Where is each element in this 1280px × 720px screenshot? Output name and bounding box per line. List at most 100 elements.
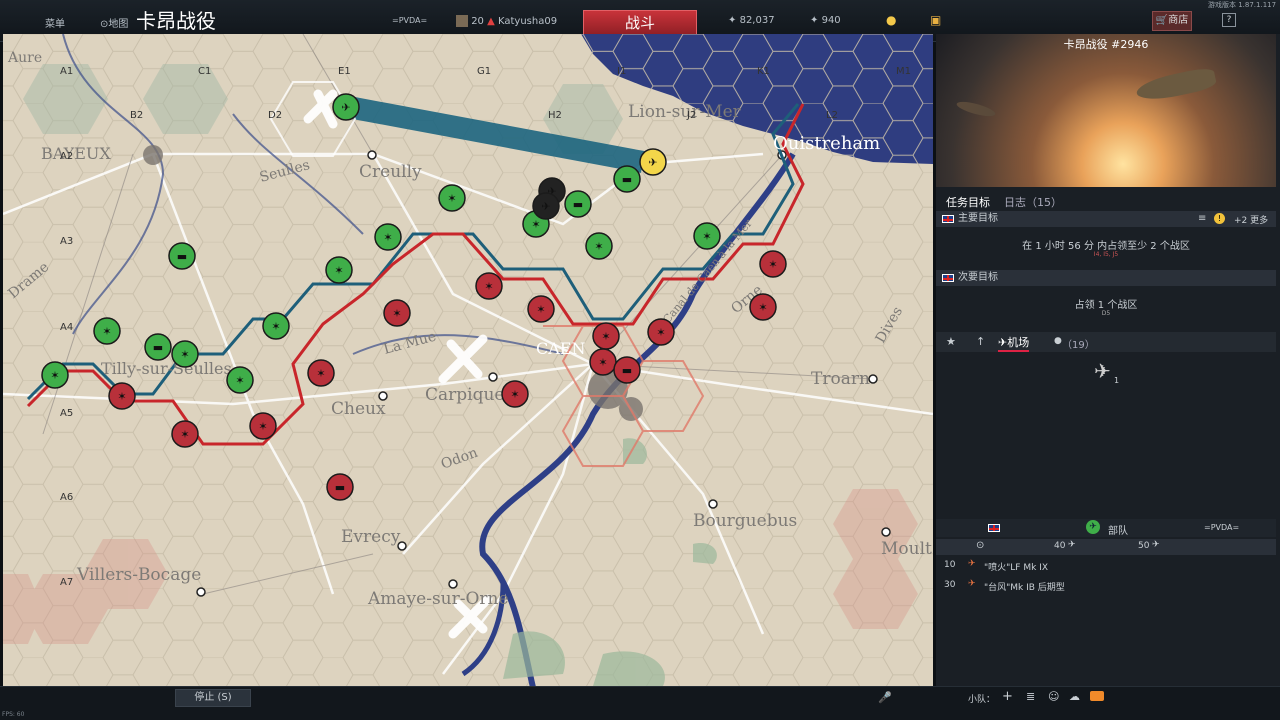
- friends-icon[interactable]: ☺: [1048, 690, 1059, 703]
- squad-label: 小队：: [968, 695, 996, 705]
- list-icon[interactable]: ≣: [1026, 690, 1035, 703]
- place-label: Moult: [881, 539, 932, 559]
- sector-label: A4: [60, 322, 73, 333]
- unit-glyph: ✶: [598, 356, 607, 369]
- stop-button[interactable]: 停止 (S): [175, 689, 251, 707]
- lightbulb-icon[interactable]: ●: [886, 13, 896, 27]
- version-text: 游戏版本 1.87.1.117: [1208, 1, 1277, 9]
- star-icon[interactable]: ★: [946, 335, 956, 348]
- campaign-title: 卡昂战役: [136, 9, 216, 33]
- tab-airfield[interactable]: ✈机场: [998, 334, 1030, 352]
- mail-icon[interactable]: [1090, 691, 1104, 701]
- warning-icon: !: [1214, 213, 1225, 224]
- sector-label: H2: [548, 110, 562, 121]
- unit-glyph: ✶: [510, 388, 519, 401]
- airfield-tabs: ★ ↑ ✈机场 ● （19）: [936, 332, 1276, 352]
- help-button[interactable]: ?: [1222, 13, 1236, 27]
- tab-log[interactable]: 日志（15）: [1004, 194, 1062, 210]
- units-squad: =PVDA=: [1204, 523, 1240, 532]
- uk-flag-icon: [942, 215, 954, 223]
- sector-label: A2: [60, 151, 73, 162]
- sector-label: B2: [130, 110, 143, 121]
- primary-objective-sectors: I4, I5, J5: [1093, 251, 1119, 258]
- unit-glyph: ✈: [341, 101, 350, 114]
- unit-glyph: ▬: [622, 173, 632, 186]
- place-label: BAYEUX: [41, 144, 111, 163]
- secondary-objective-sector: D5: [1101, 310, 1111, 317]
- unit-glyph: ✈: [541, 200, 550, 213]
- place-label: Villers-Bocage: [76, 565, 201, 585]
- campaign-image: 卡昂战役 #2946: [936, 34, 1276, 187]
- shop-button[interactable]: 🛒商店: [1152, 11, 1192, 31]
- unit-glyph: ✶: [334, 264, 343, 277]
- more-objectives-button[interactable]: +2 更多: [1234, 213, 1268, 226]
- unit-glyph: ✈: [648, 156, 657, 169]
- player-info[interactable]: 20 ▲ Katyusha09: [456, 15, 557, 27]
- sector-label: A7: [60, 577, 73, 588]
- add-squad-icon[interactable]: +: [1002, 689, 1013, 704]
- secondary-objective-text: 占领 1 个战区: [1074, 300, 1138, 311]
- uk-flag-icon: [988, 524, 1000, 532]
- sector-label: E1: [338, 66, 351, 77]
- list-icon[interactable]: ≡: [1198, 213, 1206, 224]
- menu-button[interactable]: 菜单: [45, 15, 65, 30]
- squad-tag: =PVDA=: [392, 16, 428, 25]
- unit-glyph: ▬: [335, 481, 345, 494]
- unit-glyph: ✶: [271, 320, 280, 333]
- silver-lion-icon: ✦: [728, 15, 737, 26]
- place-label: Evrecy: [341, 527, 401, 547]
- unit-glyph: ✶: [235, 374, 244, 387]
- arrow-up-icon[interactable]: ↑: [976, 335, 985, 348]
- unit-glyph: ✶: [656, 326, 665, 339]
- golden-eagles: ✦ 940: [810, 15, 841, 26]
- attacker-stat: 50: [1138, 541, 1150, 551]
- place-label: Creully: [359, 162, 422, 182]
- microphone-icon[interactable]: 🎤: [878, 691, 892, 704]
- sector-label: C1: [198, 66, 211, 77]
- fighter-icon: ✈: [1068, 540, 1076, 550]
- plane-icon: ✈: [968, 559, 976, 569]
- airfield-plane-icon[interactable]: ✈: [1094, 359, 1111, 383]
- plane-icon: ✈: [998, 336, 1008, 349]
- sector-label: M1: [896, 66, 911, 77]
- bottom-bar: 停止 (S) 🎤 小队： + ≣ ☺ ☁ FPS: 60: [0, 686, 1280, 720]
- place-label: Aure: [7, 50, 42, 66]
- unit-row[interactable]: 30 ✈ "台风"Mk IB 后期型: [936, 579, 1276, 598]
- place-label: Lion-sur-Mer: [628, 102, 742, 122]
- unit-glyph: ✶: [531, 218, 540, 231]
- unit-glyph: ✶: [601, 330, 610, 343]
- unit-glyph: ✶: [702, 230, 711, 243]
- unit-glyph: ▬: [177, 250, 187, 263]
- sector-label: D2: [268, 110, 282, 121]
- fighter-stat: 40: [1054, 541, 1066, 551]
- chat-icon[interactable]: ☁: [1069, 690, 1080, 703]
- avatar: [456, 15, 468, 27]
- airfield-plane-count: 1: [1114, 376, 1120, 385]
- unit-glyph: ▬: [573, 198, 583, 211]
- unit-glyph: ✶: [316, 367, 325, 380]
- sector-label: A6: [60, 492, 73, 503]
- map-mode-button[interactable]: ⊙地图: [100, 15, 128, 30]
- rank-icon: ▲: [487, 16, 495, 27]
- place-label: CAEN: [536, 339, 585, 358]
- unit-glyph: ✶: [117, 390, 126, 403]
- unit-glyph: ✶: [758, 301, 767, 314]
- secondary-objectives-header: 次要目标: [936, 270, 1276, 286]
- unit-glyph: ▬: [153, 341, 163, 354]
- battle-button[interactable]: 战斗: [583, 10, 697, 36]
- fps-counter: FPS: 60: [2, 711, 25, 718]
- unit-glyph: ✶: [258, 420, 267, 433]
- place-label: Cheux: [331, 399, 386, 419]
- campaign-name: 卡昂战役 #2946: [1063, 38, 1149, 51]
- campaign-map[interactable]: Aure BAYEUX Seulles Creully Lion-sur-Mer…: [3, 34, 933, 686]
- unit-glyph: ✶: [594, 240, 603, 253]
- units-stats-bar: ⊙ 40 ✈ 50 ✈: [936, 539, 1276, 555]
- dot-icon: ●: [1054, 336, 1062, 346]
- unit-row[interactable]: 10 ✈ "喷火"LF Mk IX: [936, 559, 1276, 578]
- sector-label: J2: [686, 110, 696, 121]
- place-label: Carpiquet: [425, 385, 511, 405]
- primary-objectives-header: 主要目标: [936, 211, 1276, 227]
- plane-icon: ✈: [968, 579, 976, 589]
- unit-glyph: ✶: [484, 280, 493, 293]
- trophy-icon[interactable]: ▣: [930, 13, 941, 27]
